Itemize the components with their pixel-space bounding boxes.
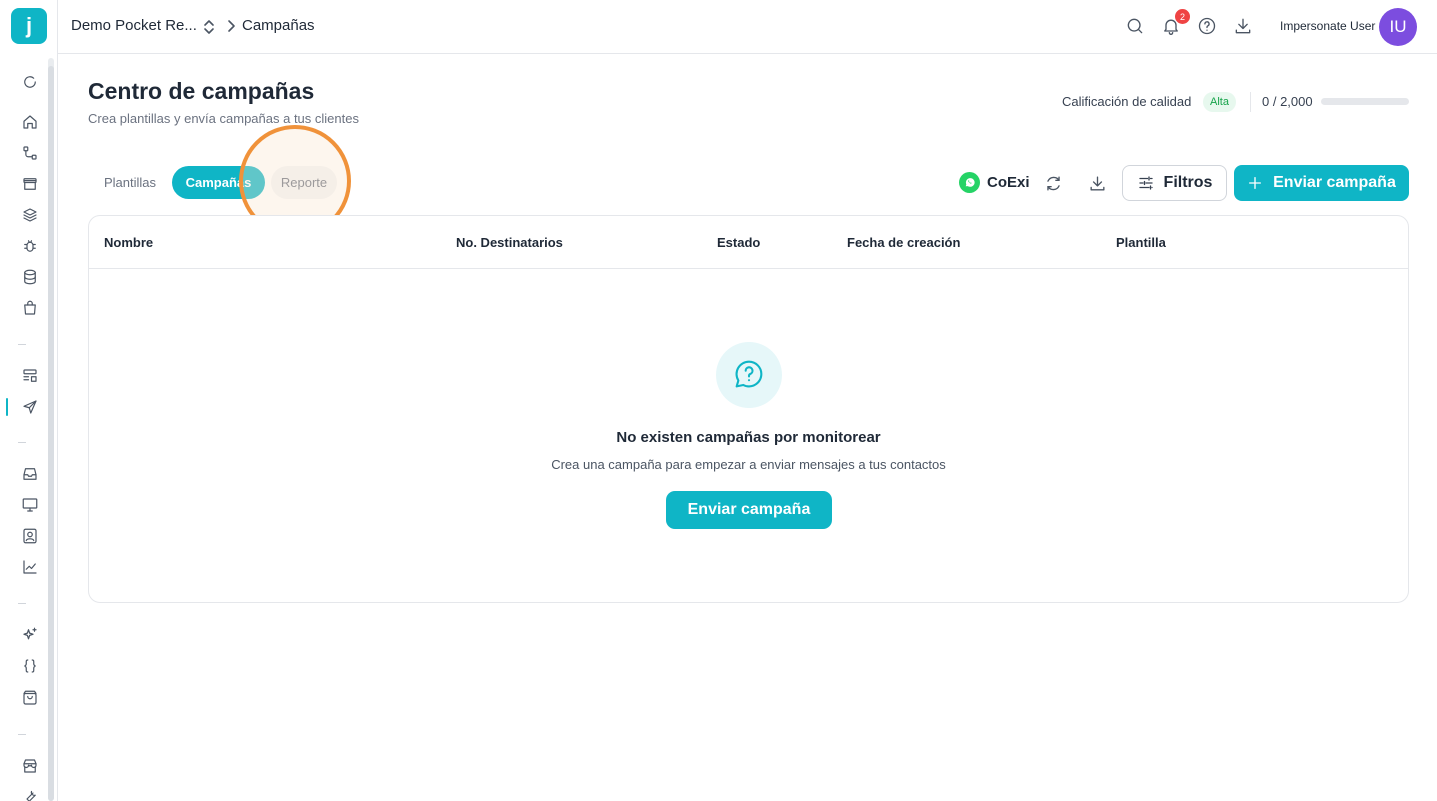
refresh-icon[interactable] xyxy=(1042,172,1064,194)
sidebar-divider xyxy=(18,344,26,345)
chart-icon[interactable] xyxy=(18,555,42,579)
tab-plantillas[interactable]: Plantillas xyxy=(92,166,168,199)
user-name[interactable]: Impersonate User xyxy=(1280,19,1375,33)
header-divider xyxy=(1250,92,1251,112)
contact-icon[interactable] xyxy=(18,524,42,548)
quality-rating-label: Calificación de calidad xyxy=(1062,94,1192,109)
sidebar-divider xyxy=(18,734,26,735)
campaigns-table: Nombre No. Destinatarios Estado Fecha de… xyxy=(88,215,1409,603)
chevron-up-down-icon[interactable] xyxy=(202,18,216,36)
column-header-destinatarios[interactable]: No. Destinatarios xyxy=(456,235,563,250)
message-quota-bar xyxy=(1321,98,1409,105)
channel-name: CoExi xyxy=(987,174,1030,191)
whatsapp-icon xyxy=(959,172,980,193)
sparkles-icon[interactable] xyxy=(18,623,42,647)
app-logo[interactable]: j xyxy=(11,8,47,44)
refresh-icon[interactable] xyxy=(18,70,42,94)
column-header-fecha[interactable]: Fecha de creación xyxy=(847,235,960,250)
help-icon[interactable] xyxy=(1196,15,1218,37)
download-icon[interactable] xyxy=(1086,172,1108,194)
home-icon[interactable] xyxy=(18,110,42,134)
sidebar: j xyxy=(0,0,58,801)
store-bag-icon[interactable] xyxy=(18,686,42,710)
column-header-plantilla[interactable]: Plantilla xyxy=(1116,235,1166,250)
column-header-estado[interactable]: Estado xyxy=(717,235,760,250)
bag-icon[interactable] xyxy=(18,296,42,320)
flow-icon[interactable] xyxy=(18,141,42,165)
layers-icon[interactable] xyxy=(18,203,42,227)
org-selector-label[interactable]: Demo Pocket Re... xyxy=(71,17,197,34)
layout-icon[interactable] xyxy=(18,364,42,388)
inbox-icon[interactable] xyxy=(18,462,42,486)
plus-icon xyxy=(1249,177,1262,189)
sliders-icon xyxy=(1138,176,1153,190)
column-header-nombre[interactable]: Nombre xyxy=(104,235,153,250)
sidebar-divider xyxy=(18,442,26,443)
sidebar-scrollbar-thumb[interactable] xyxy=(48,66,54,801)
archive-icon[interactable] xyxy=(18,172,42,196)
page-subtitle: Crea plantillas y envía campañas a tus c… xyxy=(88,111,359,126)
send-icon[interactable] xyxy=(18,395,42,419)
page-title: Centro de campañas xyxy=(88,78,315,104)
quality-rating-badge: Alta xyxy=(1203,92,1236,112)
empty-state-title: No existen campañas por monitorear xyxy=(616,429,881,446)
app-root: j Demo Pocket Re... Campañas 2 Impersona… xyxy=(0,0,1437,801)
chevron-right-icon xyxy=(228,20,235,32)
tab-reporte[interactable]: Reporte xyxy=(271,166,337,199)
tab-campanas[interactable]: Campañas xyxy=(172,166,265,199)
shop-icon[interactable] xyxy=(18,754,42,778)
bug-icon[interactable] xyxy=(18,234,42,258)
send-campaign-button-label: Enviar campaña xyxy=(1273,174,1396,191)
send-campaign-button[interactable]: Enviar campaña xyxy=(1234,165,1409,201)
code-icon[interactable] xyxy=(18,654,42,678)
channel-selector[interactable]: CoExi xyxy=(959,172,1030,193)
empty-state-description: Crea una campaña para empezar a enviar m… xyxy=(551,457,946,472)
table-header: Nombre No. Destinatarios Estado Fecha de… xyxy=(89,216,1408,269)
message-quota-text: 0 / 2,000 xyxy=(1262,94,1313,109)
notification-badge: 2 xyxy=(1175,9,1190,24)
sidebar-scrollbar[interactable] xyxy=(48,58,54,801)
avatar[interactable]: IU xyxy=(1379,8,1417,46)
sidebar-divider xyxy=(18,603,26,604)
monitor-icon[interactable] xyxy=(18,493,42,517)
database-icon[interactable] xyxy=(18,265,42,289)
search-icon[interactable] xyxy=(1124,15,1146,37)
breadcrumb-current: Campañas xyxy=(242,17,315,34)
top-header: Demo Pocket Re... Campañas 2 Impersonate… xyxy=(58,0,1437,54)
active-indicator xyxy=(6,398,8,416)
question-chat-icon xyxy=(716,342,782,408)
filters-button[interactable]: Filtros xyxy=(1122,165,1227,201)
tools-icon[interactable] xyxy=(18,784,42,801)
download-icon[interactable] xyxy=(1232,15,1254,37)
filters-button-label: Filtros xyxy=(1163,174,1213,191)
empty-state-send-campaign-button[interactable]: Enviar campaña xyxy=(666,491,832,529)
